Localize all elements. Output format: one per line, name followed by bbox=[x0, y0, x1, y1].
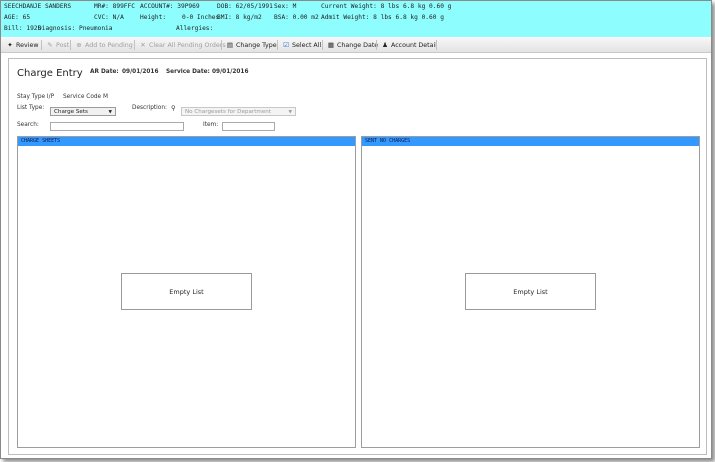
admit-weight: Admit Weight: 8 lbs 6.8 kg 0.60 g bbox=[321, 14, 444, 21]
add-to-pending-button[interactable]: ⊕ Add to Pending bbox=[74, 39, 133, 51]
select-all-icon: ☑ bbox=[283, 41, 289, 49]
height-label: Height: bbox=[140, 14, 167, 21]
item-input[interactable] bbox=[222, 122, 275, 131]
select-all-label: Select All bbox=[292, 42, 322, 49]
account-icon: ♟ bbox=[382, 41, 388, 49]
diagnosis: Diagnosis: Pneumonia bbox=[38, 25, 113, 32]
bsa: BSA: 0.00 m2 bbox=[274, 14, 319, 21]
chevron-down-icon: ▼ bbox=[108, 110, 112, 115]
account-number: ACCOUNT#: 39Р969 bbox=[140, 3, 200, 10]
height-value: 0-0 Inches bbox=[182, 14, 220, 21]
item-label: Item: bbox=[203, 122, 219, 128]
charge-entry-panel: Charge Entry AR Date: 09/01/2016 Service… bbox=[8, 58, 707, 455]
change-type-icon: ▤ bbox=[226, 41, 234, 49]
add-to-pending-label: Add to Pending bbox=[85, 42, 133, 49]
ar-date-value: 09/01/2016 bbox=[122, 69, 159, 75]
post-icon: ✎ bbox=[47, 41, 53, 49]
current-weight: Current Weight: 8 lbs 6.8 kg 0.60 g bbox=[321, 3, 452, 10]
toolbar-divider bbox=[436, 40, 437, 50]
page-title: Charge Entry bbox=[17, 68, 83, 79]
age: AGE: 65 bbox=[4, 14, 31, 21]
change-type-button[interactable]: ▤ Change Type bbox=[225, 39, 277, 51]
change-date-label: Change Date bbox=[337, 42, 379, 49]
change-date-button[interactable]: ▦ Change Date bbox=[326, 39, 378, 51]
sent-charges-empty-message: Empty List bbox=[465, 273, 596, 310]
charge-entry-window: SEECHDANJE SANDERS MR#: 899FFC ACCOUNT#:… bbox=[0, 0, 712, 459]
service-date-label: Service Date: bbox=[166, 69, 210, 75]
ar-date-label: AR Date: bbox=[90, 69, 119, 75]
post-label: Post bbox=[56, 42, 70, 49]
mrn: MR#: 899FFC bbox=[94, 3, 135, 10]
list-type-label: List Type: bbox=[17, 105, 45, 111]
dob: DOB: 62/05/1991 bbox=[217, 3, 273, 10]
clear-pending-icon: ✕ bbox=[140, 41, 146, 49]
description-value: No Chargesets for Department bbox=[185, 109, 272, 115]
change-type-label: Change Type bbox=[236, 42, 277, 49]
select-all-button[interactable]: ☑ Select All bbox=[281, 39, 321, 51]
sex: Sex: M bbox=[274, 3, 297, 10]
sent-charges-list-header[interactable]: SENT NO CHARGES bbox=[362, 137, 699, 146]
description-select[interactable]: No Chargesets for Department ▼ bbox=[181, 107, 296, 116]
clear-all-pending-label: Clear All Pending Orders bbox=[149, 42, 226, 49]
charge-sheets-list[interactable]: CHARGE SHEETS Empty List bbox=[17, 136, 356, 448]
account-detail-label: Account Detail bbox=[391, 42, 437, 49]
review-label: Review bbox=[16, 42, 39, 49]
list-type-select[interactable]: Charge Sets ▼ bbox=[50, 107, 116, 116]
search-label: Search: bbox=[17, 122, 39, 128]
search-icon[interactable]: ⚲ bbox=[171, 104, 176, 112]
charge-sheets-list-header[interactable]: CHARGE SHEETS bbox=[18, 137, 355, 146]
charge-sheets-empty-message: Empty List bbox=[121, 273, 252, 310]
description-label: Description: bbox=[132, 105, 167, 111]
account-detail-button[interactable]: ♟ Account Detail bbox=[380, 39, 437, 51]
chevron-down-icon: ▼ bbox=[288, 110, 292, 115]
add-pending-icon: ⊕ bbox=[76, 41, 82, 49]
toolbar-divider bbox=[277, 40, 278, 50]
toolbar-divider bbox=[221, 40, 222, 50]
allergies: Allergies: bbox=[176, 25, 214, 32]
toolbar-divider bbox=[376, 40, 377, 50]
toolbar-divider bbox=[41, 40, 42, 50]
sent-charges-list[interactable]: SENT NO CHARGES Empty List bbox=[361, 136, 700, 448]
search-input[interactable] bbox=[50, 122, 184, 131]
patient-name: SEECHDANJE SANDERS bbox=[4, 3, 72, 10]
service-code: Service Code M bbox=[63, 94, 108, 100]
stay-type: Stay Type I/P bbox=[17, 94, 55, 100]
post-button[interactable]: ✎ Post bbox=[45, 39, 69, 51]
list-type-value: Charge Sets bbox=[54, 109, 88, 115]
toolbar-divider bbox=[70, 40, 71, 50]
bill: Bill: 1925 bbox=[4, 25, 42, 32]
patient-banner: SEECHDANJE SANDERS MR#: 899FFC ACCOUNT#:… bbox=[1, 1, 711, 37]
calendar-icon: ▦ bbox=[327, 41, 335, 49]
service-date-value: 09/01/2016 bbox=[212, 69, 249, 75]
cvc: CVC: N/A bbox=[94, 14, 124, 21]
review-button[interactable]: ✦ Review bbox=[5, 39, 38, 51]
review-icon: ✦ bbox=[7, 41, 13, 49]
bmi: BMI: 8 kg/m2 bbox=[217, 14, 262, 21]
toolbar: ✦ Review ✎ Post ⊕ Add to Pending ✕ Clear All… bbox=[1, 38, 711, 53]
toolbar-divider bbox=[322, 40, 323, 50]
clear-all-pending-button[interactable]: ✕ Clear All Pending Orders bbox=[138, 39, 226, 51]
toolbar-divider bbox=[134, 40, 135, 50]
